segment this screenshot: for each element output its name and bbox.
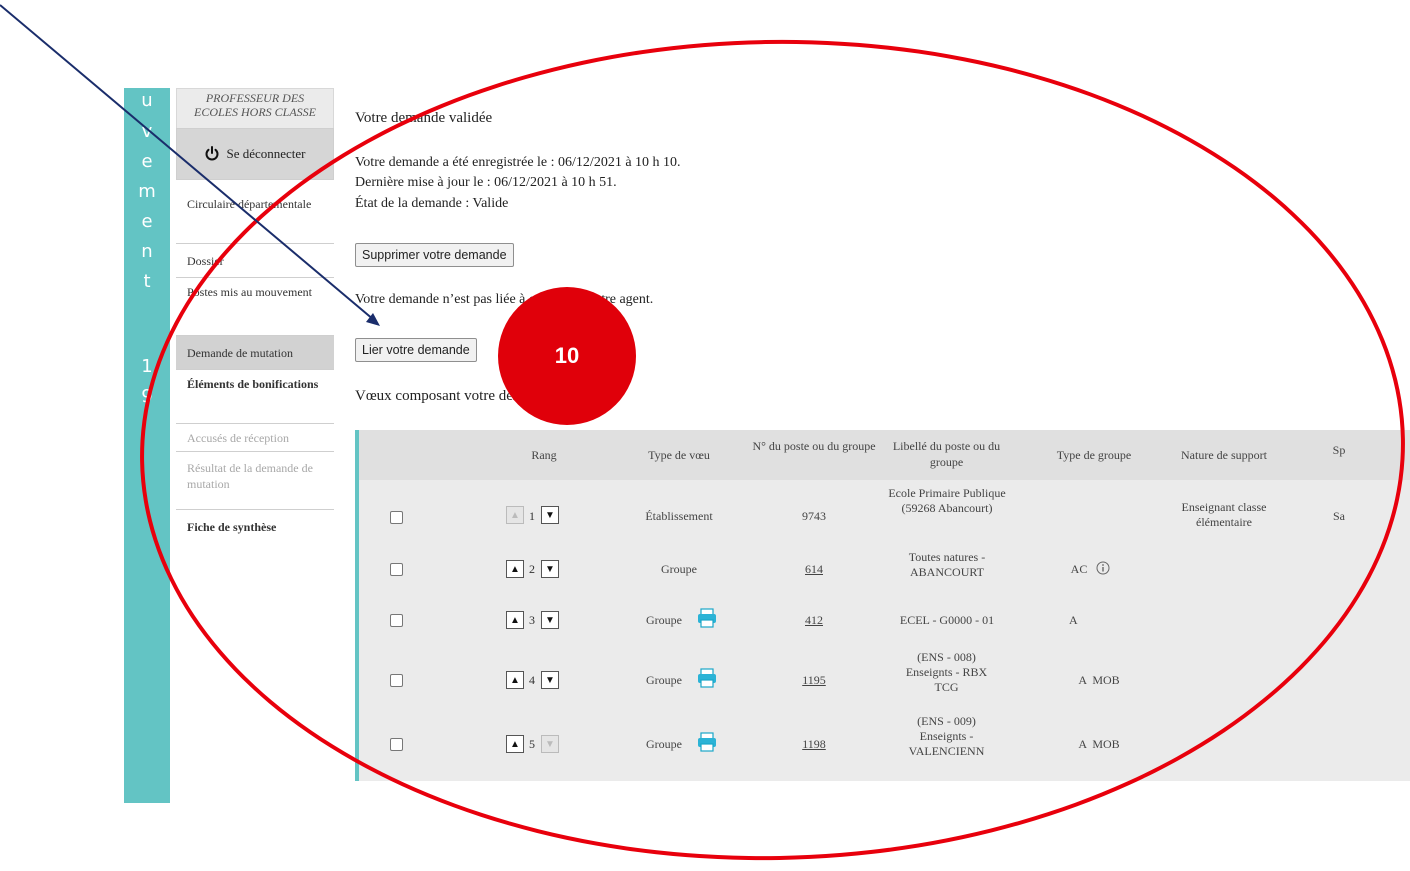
annotation-arrow	[0, 4, 380, 326]
